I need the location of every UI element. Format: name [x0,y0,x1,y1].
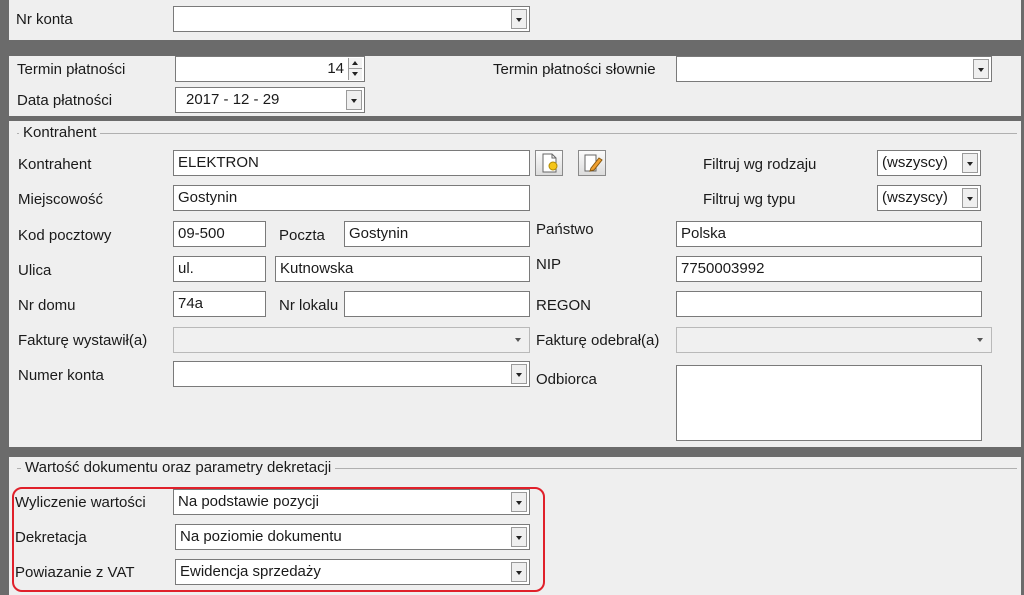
wartosc-panel: Wartość dokumentu oraz parametry dekreta… [9,457,1021,595]
chevron-down-icon[interactable] [962,153,978,173]
panstwo-label: Państwo [536,221,594,238]
miejscowosc-field[interactable]: Gostynin [173,185,530,211]
poczta-value: Gostynin [349,225,409,242]
termin-platnosci-value: 14 [327,60,344,77]
nip-value: 7750003992 [681,260,765,277]
kontrahent-panel: Kontrahent Kontrahent ELEKTRON Filtruj w… [9,121,1021,447]
ulica-field[interactable]: Kutnowska [275,256,530,282]
termin-platnosci-label: Termin płatności [17,61,126,78]
filtruj-rodzaj-dropdown[interactable]: (wszyscy) [877,150,981,176]
filtruj-rodzaj-label: Filtruj wg rodzaju [703,156,817,173]
panstwo-value: Polska [681,225,727,242]
nr-domu-label: Nr domu [18,297,76,314]
payment-panel: Termin płatności 14 Termin płatności sło… [9,56,1021,116]
ulica-prefix-field[interactable]: ul. [173,256,266,282]
odebral-dropdown[interactable] [676,327,992,353]
ulica-label: Ulica [18,262,52,279]
new-kontrahent-button[interactable] [535,150,563,176]
kontrahent-label: Kontrahent [18,156,92,173]
nr-domu-value: 74a [178,295,204,312]
chevron-down-icon[interactable] [973,330,989,350]
kod-pocztowy-field[interactable]: 09-500 [173,221,266,247]
stepper-down-icon[interactable] [349,69,362,80]
filtruj-rodzaj-value: (wszyscy) [882,154,948,171]
chevron-down-icon[interactable] [511,9,527,29]
nip-label: NIP [536,256,562,273]
wystawil-dropdown[interactable] [173,327,530,353]
odbiorca-label: Odbiorca [536,371,597,388]
nr-domu-field[interactable]: 74a [173,291,266,317]
group-divider [17,133,1017,134]
kod-pocztowy-label: Kod pocztowy [18,227,112,244]
wystawil-label: Fakturę wystawił(a) [18,332,148,349]
stepper-buttons [348,58,362,80]
numer-konta-label: Numer konta [18,367,104,384]
kontrahent-field[interactable]: ELEKTRON [173,150,530,176]
miejscowosc-value: Gostynin [178,189,238,206]
filtruj-typ-value: (wszyscy) [882,189,948,206]
nip-field[interactable]: 7750003992 [676,256,982,282]
data-platnosci-label: Data płatności [17,92,113,109]
wartosc-group-title: Wartość dokumentu oraz parametry dekreta… [21,459,336,477]
account-panel: Nr konta [9,0,1021,40]
regon-label: REGON [536,297,592,314]
odbiorca-textarea[interactable] [676,365,982,441]
chevron-down-icon[interactable] [511,364,527,384]
poczta-field[interactable]: Gostynin [344,221,530,247]
nr-konta-dropdown[interactable] [173,6,530,32]
chevron-down-icon[interactable] [511,330,527,350]
termin-platnosci-stepper[interactable]: 14 [175,56,365,82]
nr-lokalu-field[interactable] [344,291,530,317]
edit-kontrahent-button[interactable] [578,150,606,176]
calendar-dropdown-icon[interactable] [346,90,362,110]
chevron-down-icon[interactable] [962,188,978,208]
stepper-up-icon[interactable] [349,58,362,69]
ulica-value: Kutnowska [280,260,354,277]
nr-lokalu-label: Nr lokalu [279,297,339,314]
kontrahent-group-title: Kontrahent [19,124,101,142]
highlight-frame [12,487,545,592]
poczta-label: Poczta [279,227,325,244]
chevron-down-icon[interactable] [973,59,989,79]
regon-field[interactable] [676,291,982,317]
nr-konta-label: Nr konta [16,11,73,28]
filtruj-typ-label: Filtruj wg typu [703,191,796,208]
termin-slownie-dropdown[interactable] [676,56,992,82]
data-platnosci-value: 2017 - 12 - 29 [186,91,280,108]
new-document-icon [542,153,558,173]
filtruj-typ-dropdown[interactable]: (wszyscy) [877,185,981,211]
odebral-label: Fakturę odebrał(a) [536,332,660,349]
kod-pocztowy-value: 09-500 [178,225,225,242]
data-platnosci-datepicker[interactable]: 2017 - 12 - 29 [175,87,365,113]
kontrahent-value: ELEKTRON [178,154,259,171]
miejscowosc-label: Miejscowość [18,191,104,208]
numer-konta-dropdown[interactable] [173,361,530,387]
edit-document-icon [584,154,603,172]
panstwo-field[interactable]: Polska [676,221,982,247]
termin-slownie-label: Termin płatności słownie [493,61,656,78]
ulica-prefix-value: ul. [178,260,194,277]
